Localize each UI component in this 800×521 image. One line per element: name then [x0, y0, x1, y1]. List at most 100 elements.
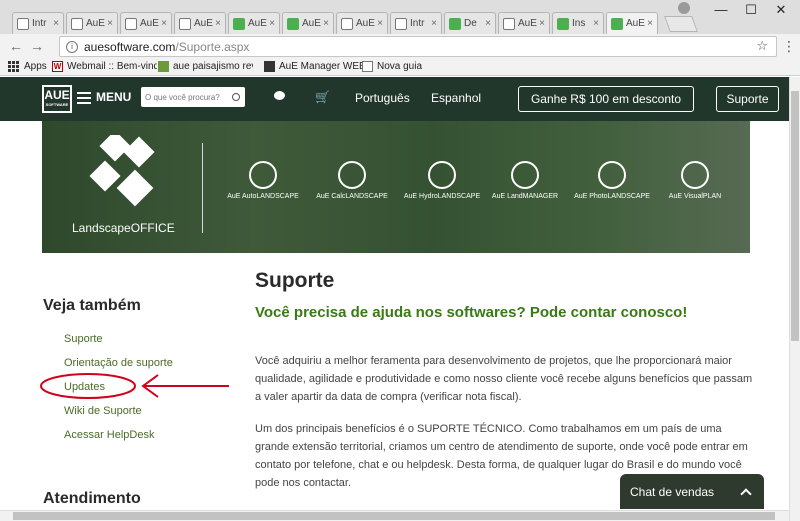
browser-tab[interactable]: De × — [444, 12, 496, 34]
webmail-icon: W — [52, 61, 63, 72]
page-favicon-icon — [71, 17, 83, 30]
tab-close-icon[interactable]: × — [485, 18, 491, 29]
search-icon[interactable] — [232, 93, 240, 101]
tab-close-icon[interactable]: × — [53, 18, 59, 29]
discount-button[interactable]: Ganhe R$ 100 em desconto — [518, 86, 694, 112]
aue-logo[interactable]: AUE SOFTWARE — [42, 85, 72, 113]
site-search-input[interactable]: O que você procura? — [141, 87, 245, 107]
page-favicon-icon — [125, 17, 137, 30]
tab-close-icon[interactable]: × — [431, 18, 437, 29]
cart-icon[interactable]: 🛒 — [315, 90, 330, 104]
banner-brand: LandscapeOFFICE — [72, 221, 175, 235]
product-landmanager[interactable]: AuE LandMANAGER — [475, 161, 575, 200]
web-page: AUE SOFTWARE MENU O que você procura? 🛒 … — [0, 77, 789, 521]
forward-icon[interactable]: → — [30, 38, 44, 54]
back-icon[interactable]: ← — [9, 38, 23, 54]
sales-chat-widget[interactable]: Chat de vendas — [620, 474, 764, 509]
hero-banner: LandscapeOFFICE AuE AutoLANDSCAPE AuE Ca… — [42, 121, 750, 253]
lang-espanhol-link[interactable]: Espanhol — [431, 91, 481, 105]
menu-button[interactable]: MENU — [96, 90, 131, 104]
browser-tab[interactable]: AuE × — [174, 12, 226, 34]
browser-tab[interactable]: Ins × — [552, 12, 604, 34]
annotation-highlight — [40, 373, 229, 399]
flower-icon — [598, 161, 626, 189]
tab-close-icon[interactable]: × — [215, 18, 221, 29]
paragraph-intro: Você adquiriu a melhor feramenta para de… — [255, 355, 753, 403]
page-favicon-icon — [179, 17, 191, 30]
browser-tab[interactable]: Intr × — [12, 12, 64, 34]
page-subtitle: Você precisa de ajuda nos softwares? Pod… — [255, 304, 688, 321]
tab-close-icon[interactable]: × — [107, 18, 113, 29]
bookmark-aue-revista[interactable]: aue paisajismo revista — [158, 61, 253, 72]
product-calclandscape[interactable]: AuE CalcLANDSCAPE — [302, 161, 402, 200]
aue-favicon-icon — [233, 17, 245, 30]
lang-portugues-link[interactable]: Português — [355, 91, 410, 105]
atendimento-title: Atendimento — [43, 490, 141, 507]
hamburger-icon[interactable] — [77, 92, 91, 107]
vertical-scrollbar[interactable] — [789, 77, 800, 521]
site-info-icon[interactable]: i — [66, 40, 78, 53]
browser-tab-strip: Intr × AuE × AuE × AuE × AuE × AuE × AuE × Intr × De × AuE… — [0, 0, 800, 34]
tab-close-icon[interactable]: × — [323, 18, 329, 29]
tab-close-icon[interactable]: × — [539, 18, 545, 29]
sidebar-item-suporte[interactable]: Suporte — [64, 333, 103, 345]
tab-label: Intr — [32, 18, 47, 29]
page-title: Suporte — [255, 269, 335, 292]
tab-label: AuE — [356, 18, 375, 29]
aue-logo-icon — [264, 61, 275, 72]
profile-icon[interactable] — [678, 2, 690, 14]
sidebar-item-orientacao[interactable]: Orientação de suporte — [64, 357, 173, 369]
chat-bubble-icon[interactable] — [274, 91, 285, 100]
new-tab-button[interactable] — [664, 16, 698, 32]
cube-icon — [681, 161, 709, 189]
tab-close-icon[interactable]: × — [647, 18, 653, 29]
product-autolandscape[interactable]: AuE AutoLANDSCAPE — [213, 161, 313, 200]
aue-favicon-icon — [557, 17, 569, 30]
tab-label: AuE — [86, 18, 105, 29]
bookmark-webmail[interactable]: W Webmail :: Bem-vindo — [52, 61, 157, 72]
tab-close-icon[interactable]: × — [269, 18, 275, 29]
tab-close-icon[interactable]: × — [377, 18, 383, 29]
chevron-up-icon[interactable] — [740, 487, 752, 500]
tab-label: AuE — [302, 18, 321, 29]
browser-tab[interactable]: AuE × — [228, 12, 280, 34]
support-button[interactable]: Suporte — [716, 86, 779, 112]
browser-menu-icon[interactable]: ⋮ — [782, 38, 796, 55]
browser-tab[interactable]: AuE × — [498, 12, 550, 34]
vertical-scroll-thumb[interactable] — [791, 91, 799, 341]
minimize-icon[interactable]: — — [706, 2, 736, 17]
landscapeoffice-logo-icon — [89, 135, 155, 207]
manager-icon — [511, 161, 539, 189]
product-visualplan[interactable]: AuE VisualPLAN — [645, 161, 745, 200]
tab-close-icon[interactable]: × — [593, 18, 599, 29]
browser-tab[interactable]: AuE × — [66, 12, 118, 34]
aue-favicon-icon — [449, 17, 461, 30]
sidebar-item-helpdesk[interactable]: Acessar HelpDesk — [64, 429, 154, 441]
page-favicon-icon — [395, 17, 407, 30]
bookmark-star-icon[interactable]: ☆ — [756, 38, 768, 54]
browser-toolbar: ← → i auesoftware.com /Suporte.aspx ☆ — [0, 34, 800, 59]
browser-tab[interactable]: AuE × — [606, 12, 658, 34]
bookmarks-bar: Apps W Webmail :: Bem-vindo aue paisajis… — [0, 59, 800, 76]
browser-tab[interactable]: AuE × — [120, 12, 172, 34]
aue-favicon-icon — [287, 17, 299, 30]
close-window-icon[interactable]: ✕ — [766, 2, 796, 18]
dollar-icon — [338, 161, 366, 189]
leaf-icon — [158, 61, 169, 72]
maximize-icon[interactable]: ☐ — [736, 2, 766, 18]
tab-label: Intr — [410, 18, 425, 29]
address-bar[interactable]: i auesoftware.com /Suporte.aspx ☆ — [59, 36, 777, 57]
browser-tab[interactable]: Intr × — [390, 12, 442, 34]
sidebar-item-wiki[interactable]: Wiki de Suporte — [64, 405, 142, 417]
water-drop-icon — [428, 161, 456, 189]
bookmark-apps[interactable]: Apps — [8, 61, 47, 72]
page-favicon-icon — [17, 17, 29, 30]
horizontal-scrollbar[interactable] — [0, 510, 789, 521]
tab-label: Ins — [572, 18, 586, 29]
tab-close-icon[interactable]: × — [161, 18, 167, 29]
bookmark-nova-guia[interactable]: Nova guia — [362, 61, 422, 72]
browser-tab[interactable]: AuE × — [282, 12, 334, 34]
browser-tab[interactable]: AuE × — [336, 12, 388, 34]
bookmark-aue-manager[interactable]: AuE Manager WEB — [264, 61, 366, 72]
horizontal-scroll-thumb[interactable] — [13, 512, 775, 520]
